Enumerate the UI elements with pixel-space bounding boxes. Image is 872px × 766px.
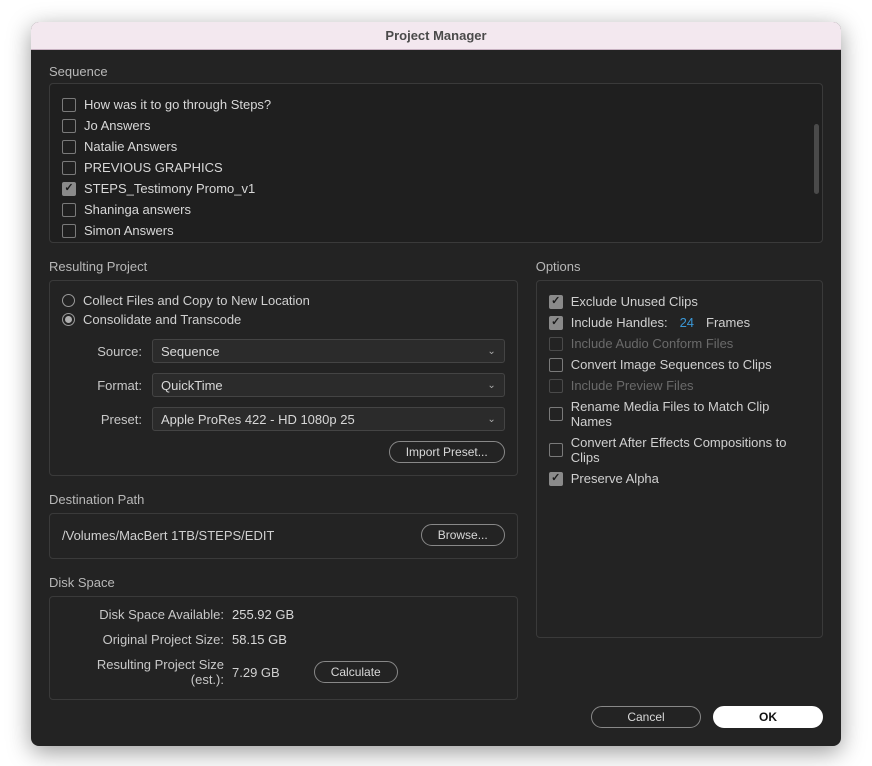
format-value: QuickTime xyxy=(161,378,223,393)
option-label: Exclude Unused Clips xyxy=(571,294,698,309)
options-label: Options xyxy=(536,259,823,274)
sequence-checkbox[interactable] xyxy=(62,203,76,217)
sequence-item-label: PREVIOUS GRAPHICS xyxy=(84,160,223,175)
handles-value[interactable]: 24 xyxy=(680,315,694,330)
resulting-project-label: Resulting Project xyxy=(49,259,518,274)
sequence-item[interactable]: Natalie Answers xyxy=(62,136,810,157)
result-size-label: Resulting Project Size (est.): xyxy=(62,657,232,687)
option-checkbox[interactable] xyxy=(549,472,563,486)
available-label: Disk Space Available: xyxy=(62,607,232,622)
destination-path-group: Destination Path /Volumes/MacBert 1TB/ST… xyxy=(49,492,518,559)
preset-value: Apple ProRes 422 - HD 1080p 25 xyxy=(161,412,355,427)
preset-label: Preset: xyxy=(62,412,152,427)
project-manager-window: Project Manager Sequence How was it to g… xyxy=(31,22,841,746)
destination-label: Destination Path xyxy=(49,492,518,507)
option-label: Preserve Alpha xyxy=(571,471,659,486)
options-list: Exclude Unused Clips Include Handles: 24 Fr… xyxy=(549,291,810,489)
resulting-project-group: Resulting Project Collect Files and Copy… xyxy=(49,259,518,476)
source-value: Sequence xyxy=(161,344,220,359)
radio-collect-label: Collect Files and Copy to New Location xyxy=(83,293,310,308)
import-preset-button[interactable]: Import Preset... xyxy=(389,441,505,463)
calculate-button[interactable]: Calculate xyxy=(314,661,398,683)
chevron-down-icon: ⌄ xyxy=(487,346,495,357)
sequence-item-label: Jo Answers xyxy=(84,118,150,133)
sequence-item[interactable]: Shaninga answers xyxy=(62,199,810,220)
option-checkbox[interactable] xyxy=(549,295,563,309)
options-group: Options Exclude Unused Clips Include Hand… xyxy=(536,259,823,638)
sequence-item-label: Shaninga answers xyxy=(84,202,191,217)
sequence-panel: How was it to go through Steps? Jo Answer… xyxy=(49,83,823,243)
cancel-button[interactable]: Cancel xyxy=(591,706,701,728)
option-item[interactable]: Include Handles: 24 Frames xyxy=(549,312,810,333)
radio-consolidate-label: Consolidate and Transcode xyxy=(83,312,241,327)
option-item[interactable]: Preserve Alpha xyxy=(549,468,810,489)
sequence-item[interactable]: Simon Answers xyxy=(62,220,810,241)
radio-consolidate-transcode[interactable] xyxy=(62,313,75,326)
chevron-down-icon: ⌄ xyxy=(487,380,495,391)
option-item: Include Audio Conform Files xyxy=(549,333,810,354)
format-select[interactable]: QuickTime ⌄ xyxy=(152,373,505,397)
window-title: Project Manager xyxy=(31,22,841,50)
dialog-footer: Cancel OK xyxy=(49,706,823,728)
disk-space-group: Disk Space Disk Space Available: 255.92 … xyxy=(49,575,518,700)
original-size-label: Original Project Size: xyxy=(62,632,232,647)
chevron-down-icon: ⌄ xyxy=(487,414,495,425)
option-item[interactable]: Convert Image Sequences to Clips xyxy=(549,354,810,375)
original-size-value: 58.15 GB xyxy=(232,632,287,647)
sequence-item[interactable]: STEPS_Testimony Promo_v1 xyxy=(62,178,810,199)
sequence-item-label: Natalie Answers xyxy=(84,139,177,154)
sequence-checkbox[interactable] xyxy=(62,98,76,112)
result-size-value: 7.29 GB xyxy=(232,665,280,680)
ok-button[interactable]: OK xyxy=(713,706,823,728)
option-label: Rename Media Files to Match Clip Names xyxy=(571,399,810,429)
content-area: Sequence How was it to go through Steps?… xyxy=(31,50,841,746)
option-item: Include Preview Files xyxy=(549,375,810,396)
sequence-checkbox[interactable] xyxy=(62,224,76,238)
option-item[interactable]: Rename Media Files to Match Clip Names xyxy=(549,396,810,432)
destination-path-value: /Volumes/MacBert 1TB/STEPS/EDIT xyxy=(62,528,274,543)
sequence-checkbox[interactable] xyxy=(62,119,76,133)
sequence-item-label: STEPS_Testimony Promo_v1 xyxy=(84,181,255,196)
source-select[interactable]: Sequence ⌄ xyxy=(152,339,505,363)
sequence-list: How was it to go through Steps? Jo Answer… xyxy=(62,94,810,241)
browse-button[interactable]: Browse... xyxy=(421,524,505,546)
radio-collect-files[interactable] xyxy=(62,294,75,307)
option-label: Include Handles: xyxy=(571,315,668,330)
option-label: Include Audio Conform Files xyxy=(571,336,734,351)
handles-suffix: Frames xyxy=(706,315,750,330)
available-value: 255.92 GB xyxy=(232,607,294,622)
sequence-item[interactable]: PREVIOUS GRAPHICS xyxy=(62,157,810,178)
option-label: Include Preview Files xyxy=(571,378,694,393)
option-item[interactable]: Exclude Unused Clips xyxy=(549,291,810,312)
sequence-item-label: Simon Answers xyxy=(84,223,174,238)
sequence-checkbox[interactable] xyxy=(62,182,76,196)
option-label: Convert After Effects Compositions to Cl… xyxy=(571,435,810,465)
option-item[interactable]: Convert After Effects Compositions to Cl… xyxy=(549,432,810,468)
source-label: Source: xyxy=(62,344,152,359)
option-checkbox xyxy=(549,337,563,351)
option-checkbox[interactable] xyxy=(549,443,563,457)
option-checkbox[interactable] xyxy=(549,316,563,330)
sequence-checkbox[interactable] xyxy=(62,161,76,175)
option-checkbox[interactable] xyxy=(549,358,563,372)
sequence-item[interactable]: How was it to go through Steps? xyxy=(62,94,810,115)
option-checkbox[interactable] xyxy=(549,407,563,421)
sequence-item[interactable]: Jo Answers xyxy=(62,115,810,136)
disk-space-label: Disk Space xyxy=(49,575,518,590)
sequence-item-label: How was it to go through Steps? xyxy=(84,97,271,112)
option-label: Convert Image Sequences to Clips xyxy=(571,357,772,372)
option-checkbox xyxy=(549,379,563,393)
preset-select[interactable]: Apple ProRes 422 - HD 1080p 25 ⌄ xyxy=(152,407,505,431)
format-label: Format: xyxy=(62,378,152,393)
scrollbar-thumb[interactable] xyxy=(814,124,819,194)
sequence-checkbox[interactable] xyxy=(62,140,76,154)
sequence-label: Sequence xyxy=(49,64,823,79)
